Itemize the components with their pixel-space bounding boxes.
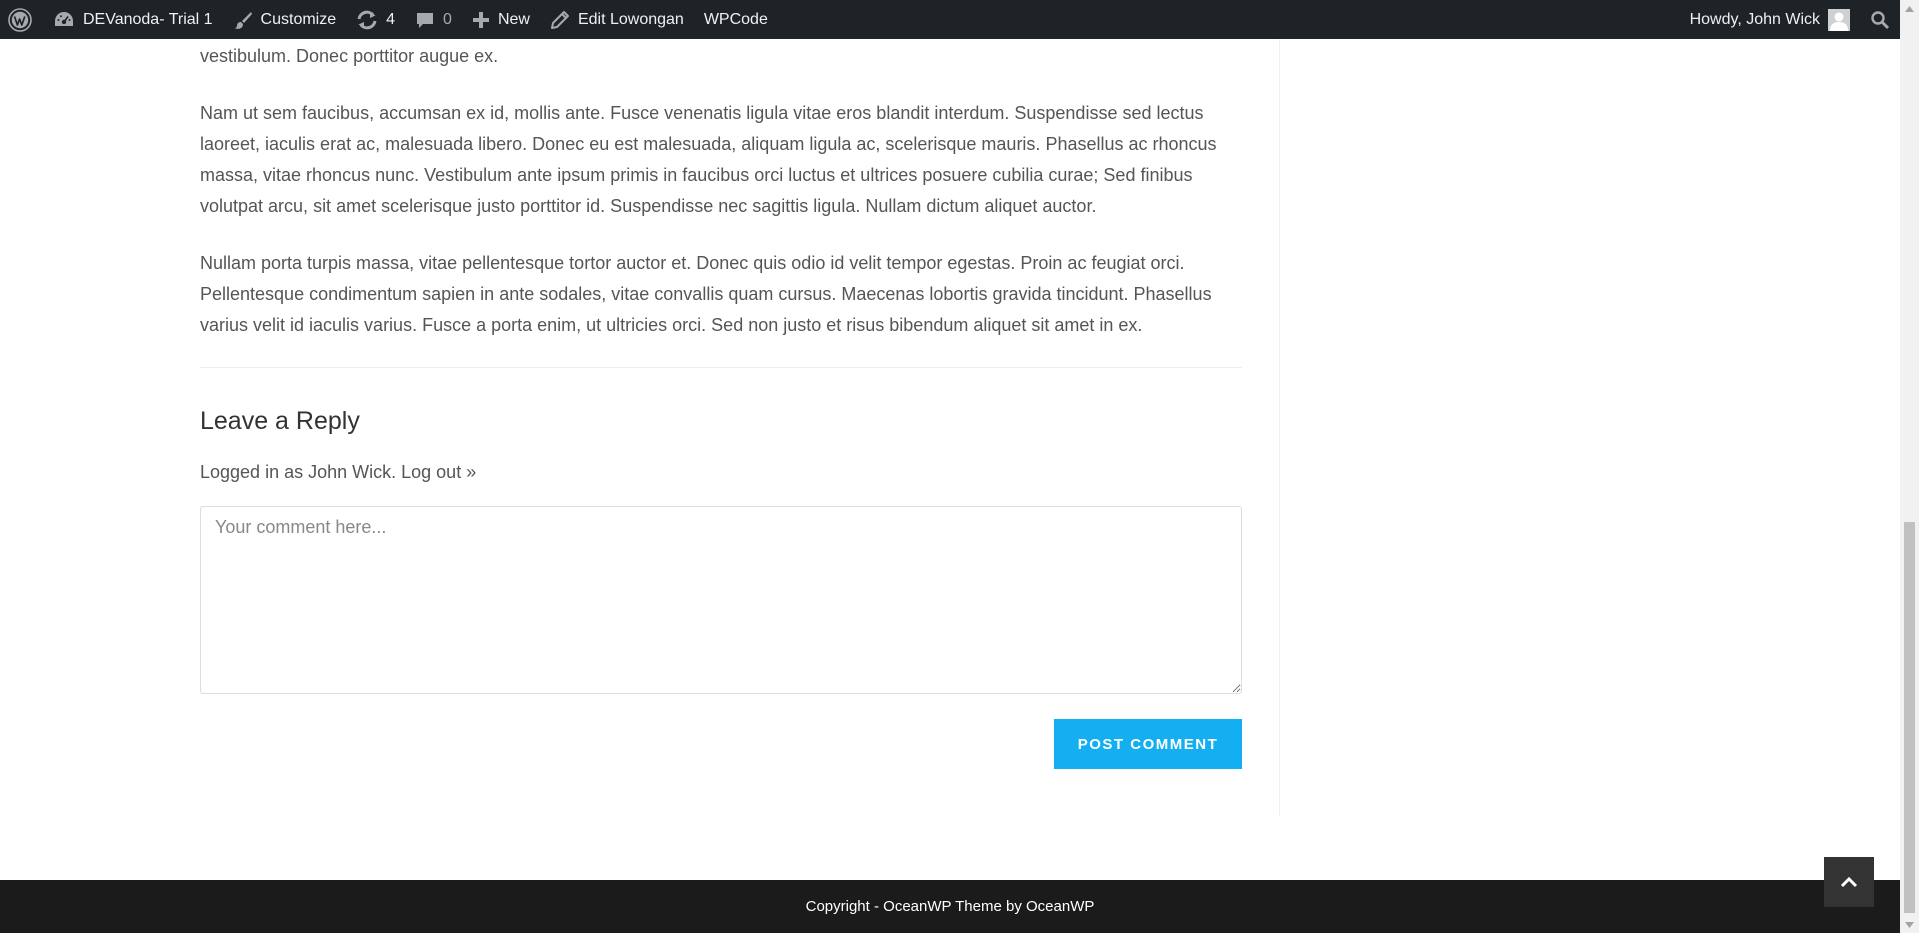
comment-textarea[interactable] <box>200 506 1242 694</box>
new-label: New <box>497 10 530 28</box>
updates-count: 4 <box>386 10 396 28</box>
admin-bar-right: Howdy, John Wick <box>1680 0 1900 39</box>
post-comment-button[interactable]: POST COMMENT <box>1054 719 1242 769</box>
scroll-top-button[interactable] <box>1824 857 1874 907</box>
howdy-label: Howdy, John Wick <box>1689 10 1820 28</box>
customize-link[interactable]: Customize <box>223 0 347 39</box>
wpcode-label: WPCode <box>703 10 768 28</box>
article-paragraph-1: vestibulum. Donec porttitor augue ex. <box>200 46 499 66</box>
comment-respond: Leave a Reply Logged in as John Wick. Lo… <box>200 405 1242 769</box>
wp-menu[interactable] <box>0 0 43 39</box>
logout-link[interactable]: Log out » <box>401 462 476 482</box>
dashboard-icon <box>53 10 75 30</box>
avatar-icon <box>1828 8 1850 31</box>
plus-icon <box>472 11 490 29</box>
wp-admin-bar: DEVanoda- Trial 1 Customize 4 0 New Edit… <box>0 0 1900 39</box>
admin-bar-left: DEVanoda- Trial 1 Customize 4 0 New Edit… <box>0 0 1680 39</box>
comments-count: 0 <box>443 10 452 28</box>
post-content: vestibulum. Donec porttitor augue ex. Na… <box>200 39 1242 769</box>
new-content-menu[interactable]: New <box>462 0 540 39</box>
footer-copyright: Copyright - OceanWP Theme by OceanWP <box>805 898 1095 915</box>
content-divider <box>200 367 1242 368</box>
wordpress-logo-icon <box>8 7 32 32</box>
my-account-menu[interactable]: Howdy, John Wick <box>1680 0 1860 39</box>
form-submit: POST COMMENT <box>200 719 1242 769</box>
logged-in-as: Logged in as John Wick. Log out » <box>200 458 1242 486</box>
scrollbar-thumb[interactable] <box>1904 522 1915 913</box>
pencil-icon <box>550 10 570 30</box>
logged-in-text: Logged in as John Wick. <box>200 462 397 482</box>
wpcode-menu[interactable]: WPCode <box>694 0 778 39</box>
paintbrush-icon <box>233 10 253 30</box>
updates-link[interactable]: 4 <box>346 0 405 39</box>
scroll-up-arrow[interactable] <box>1900 0 1919 17</box>
page-scrollbar[interactable] <box>1900 0 1919 933</box>
site-name-menu[interactable]: DEVanoda- Trial 1 <box>43 0 223 39</box>
reply-title: Leave a Reply <box>200 407 360 435</box>
sidebar-divider <box>1279 39 1280 816</box>
customize-label: Customize <box>260 10 337 28</box>
site-name-label: DEVanoda- Trial 1 <box>83 10 213 28</box>
admin-bar-search[interactable] <box>1860 0 1900 39</box>
edit-post-link[interactable]: Edit Lowongan <box>540 0 694 39</box>
chevron-up-icon <box>1840 876 1858 888</box>
edit-label: Edit Lowongan <box>577 10 684 28</box>
updates-icon <box>356 10 378 30</box>
comment-icon <box>415 10 435 30</box>
comments-link[interactable]: 0 <box>405 0 462 39</box>
scroll-down-arrow[interactable] <box>1900 916 1919 933</box>
article-paragraph-3: Nullam porta turpis massa, vitae pellent… <box>200 253 1212 335</box>
site-footer: Copyright - OceanWP Theme by OceanWP <box>0 880 1900 933</box>
search-icon <box>1870 10 1890 30</box>
article-paragraph-2: Nam ut sem faucibus, accumsan ex id, mol… <box>200 103 1217 216</box>
